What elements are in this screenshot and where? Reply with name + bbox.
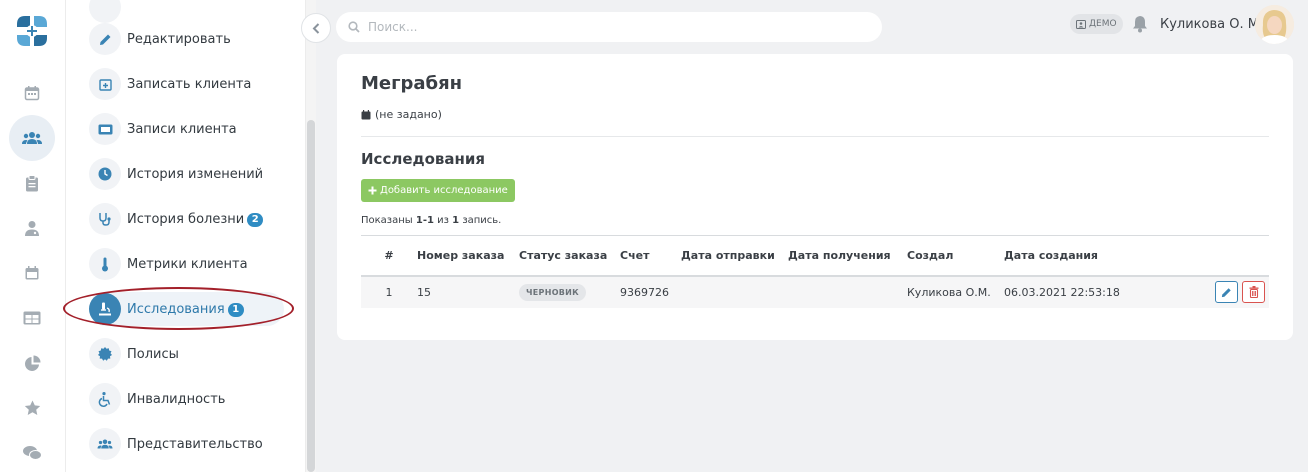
calendar-alt-icon[interactable] [9,250,55,296]
submenu-item-top-partial[interactable] [89,0,127,24]
records-summary: Показаны 1-1 из 1 запись. [361,215,502,226]
submenu-item-disability[interactable]: Инвалидность [89,382,225,416]
chat-icon[interactable] [9,430,55,472]
chevron-left-icon [312,22,320,34]
birth-date: (не задано) [361,108,442,121]
clock-icon [89,158,121,190]
calendar-plus-icon [89,68,121,100]
user-name[interactable]: Куликова О. М. [1160,17,1263,32]
created-by: Куликова О.М. [907,285,991,299]
count-badge: 1 [227,302,244,317]
wheelchair-icon [89,383,121,415]
submenu-item-label: Полисы [127,346,179,362]
submenu-item-policies[interactable]: Полисы [89,337,179,371]
column-header[interactable]: Номер заказа [413,236,515,276]
demo-badge: ДЕМО [1070,14,1123,34]
research-table: # Номер заказа Статус заказа Счет Дата о… [361,235,1269,308]
add-research-button[interactable]: Добавить исследование [361,179,515,202]
collapse-sidebar-button[interactable] [301,13,331,43]
clipboard-icon[interactable] [9,160,55,206]
submenu-item-book-client[interactable]: Записать клиента [89,67,251,101]
certificate-icon [89,338,121,370]
client-name: Меграбян [361,73,463,94]
submenu-item-edit[interactable]: Редактировать [89,22,231,56]
column-header[interactable]: Создал [903,236,1000,276]
submenu-item-label: История болезни 2 [127,212,264,227]
submenu-item-label: Исследования 1 [127,302,244,317]
search-icon [348,21,360,33]
submenu-item-label: Записать клиента [127,76,252,92]
submenu-item-client-appointments[interactable]: Записи клиента [89,112,237,146]
doctor-icon[interactable] [9,205,55,251]
submenu-item-label: Инвалидность [127,391,226,407]
table-icon[interactable] [9,295,55,341]
table-row[interactable]: 1 15 ЧЕРНОВИК 9369726 Куликова О.М. 06.0… [361,275,1269,308]
submenu-item-label: Записи клиента [127,121,237,137]
file-icon [89,0,121,23]
users-icon[interactable] [9,115,55,161]
star-icon[interactable] [9,385,55,431]
status-badge: ЧЕРНОВИК [519,283,587,301]
submenu-item-change-history[interactable]: История изменений [89,157,263,191]
column-header[interactable]: Статус заказа [515,236,616,276]
search-input[interactable] [368,20,848,34]
sent-date [677,276,784,308]
column-header[interactable]: # [361,236,413,276]
submenu-item-client-metrics[interactable]: Метрики клиента [89,247,248,281]
microscope-icon [89,293,121,325]
bell-icon[interactable] [1132,15,1148,33]
received-date [784,276,903,308]
column-header[interactable]: Дата отправки [677,236,784,276]
app-logo[interactable] [13,12,51,50]
icon-rail [0,0,66,472]
stethoscope-icon [89,203,121,235]
section-title: Исследования [361,150,486,168]
thermometer-icon [89,248,121,280]
plus-icon [368,186,377,195]
order-number: 15 [417,285,431,299]
column-header[interactable]: Счет [616,236,677,276]
column-header[interactable]: Дата создания [1000,236,1200,276]
scrollbar-thumb[interactable] [307,120,315,472]
count-badge: 2 [247,212,264,227]
submenu-item-label: История изменений [127,166,264,182]
submenu-item-label: Представительство [127,436,263,452]
search-bar[interactable] [336,12,882,42]
pencil-icon [1221,288,1231,297]
calendar-icon [361,109,371,119]
demo-label: ДЕМО [1089,19,1117,29]
actions-header [1200,236,1269,276]
id-card-icon [1076,19,1086,29]
submenu-item-medical-history[interactable]: История болезни 2 [89,202,264,236]
submenu-item-label: Метрики клиента [127,256,248,272]
client-research-card: Меграбян (не задано) Исследования Добави… [337,54,1293,340]
users-icon [89,428,121,460]
delete-button[interactable] [1242,280,1265,303]
submenu-item-representation[interactable]: Представительство [89,427,263,461]
submenu-item-research[interactable]: Исследования 1 [89,292,284,326]
table-header-row: # Номер заказа Статус заказа Счет Дата о… [361,235,1269,276]
row-actions [1200,276,1269,308]
edit-button[interactable] [1215,281,1238,304]
trash-icon [1249,285,1258,298]
client-submenu: Редактировать Записать клиента Записи кл… [66,0,306,472]
divider [361,136,1269,137]
calendar-icon[interactable] [9,70,55,116]
created-date: 06.03.2021 22:53:18 [1004,285,1120,299]
invoice-number: 9369726 [620,285,669,299]
pencil-icon [89,23,121,55]
ticket-icon [89,113,121,145]
row-number: 1 [385,285,393,299]
avatar[interactable] [1255,5,1294,44]
pie-chart-icon[interactable] [9,340,55,386]
submenu-item-label: Редактировать [127,31,231,47]
submenu-scrollbar[interactable] [306,0,316,472]
order-status: ЧЕРНОВИК [515,276,616,308]
column-header[interactable]: Дата получения [784,236,903,276]
